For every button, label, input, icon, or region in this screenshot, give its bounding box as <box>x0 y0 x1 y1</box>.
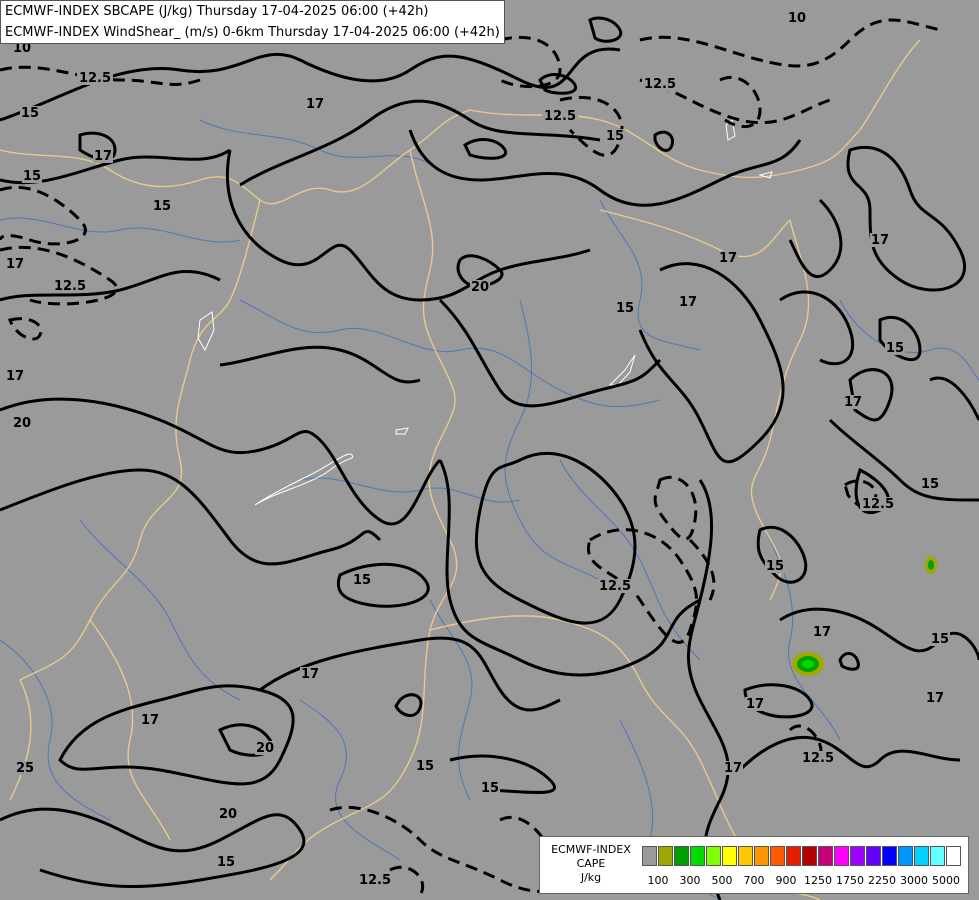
contour-label: 12.5 <box>802 751 834 766</box>
legend-tick-label: 5000 <box>932 874 960 887</box>
legend-tick-label: 3000 <box>900 874 928 887</box>
contour-label: 15 <box>416 759 434 774</box>
contour-label: 10 <box>788 11 806 26</box>
legend-swatch <box>802 846 817 866</box>
legend-title-1: ECMWF-INDEX <box>551 843 631 856</box>
contour-label: 15 <box>21 106 39 121</box>
contour-label: 17 <box>813 625 831 640</box>
contour-label: 12.5 <box>544 109 576 124</box>
legend-tick-label: 2250 <box>868 874 896 887</box>
contour-label: 12.5 <box>79 71 111 86</box>
legend-swatch <box>898 846 913 866</box>
contour-label: 17 <box>141 713 159 728</box>
contour-label: 15 <box>481 781 499 796</box>
legend-tick-label: 500 <box>711 874 733 887</box>
contour-label: 17 <box>746 697 764 712</box>
legend-swatch <box>818 846 833 866</box>
map-header: ECMWF-INDEX SBCAPE (J/kg) Thursday 17-04… <box>0 0 505 44</box>
contour-label: 17 <box>94 149 112 164</box>
legend-swatch <box>946 846 961 866</box>
legend-swatch <box>642 846 657 866</box>
contour-label: 17 <box>301 667 319 682</box>
legend-swatch <box>930 846 945 866</box>
legend-swatch <box>706 846 721 866</box>
contour-label: 17 <box>6 257 24 272</box>
contour-label: 12.5 <box>644 77 676 92</box>
contour-label: 15 <box>766 559 784 574</box>
contour-label: 25 <box>16 761 34 776</box>
contour-label: 17 <box>724 761 742 776</box>
legend-swatch <box>882 846 897 866</box>
legend-swatch <box>754 846 769 866</box>
contour-label: 15 <box>921 477 939 492</box>
header-line-2: ECMWF-INDEX WindShear_ (m/s) 0-6km Thurs… <box>5 25 500 40</box>
legend-swatch <box>722 846 737 866</box>
legend-title: ECMWF-INDEX CAPE J/kg <box>544 843 638 885</box>
contour-label: 15 <box>931 632 949 647</box>
legend-unit: J/kg <box>580 871 602 884</box>
contour-label: 17 <box>871 233 889 248</box>
contour-label: 20 <box>219 807 237 822</box>
legend-swatch <box>770 846 785 866</box>
contour-label: 15 <box>217 855 235 870</box>
header-line-1: ECMWF-INDEX SBCAPE (J/kg) Thursday 17-04… <box>5 4 429 19</box>
contour-label: 12.5 <box>599 579 631 594</box>
contour-label: 12.5 <box>359 873 391 888</box>
legend-tick-label: 700 <box>743 874 765 887</box>
contour-label: 15 <box>353 573 371 588</box>
contour-label: 15 <box>606 129 624 144</box>
contour-label: 17 <box>6 369 24 384</box>
legend-tick-label: 1250 <box>804 874 832 887</box>
legend-tick-label: 300 <box>679 874 701 887</box>
contour-label: 17 <box>926 691 944 706</box>
legend-swatch <box>786 846 801 866</box>
legend-swatch <box>690 846 705 866</box>
contour-label: 20 <box>256 741 274 756</box>
contour-label: 15 <box>153 199 171 214</box>
legend-swatch <box>834 846 849 866</box>
legend-tick-label: 900 <box>775 874 797 887</box>
contour-label: 15 <box>616 301 634 316</box>
contour-label: 15 <box>886 341 904 356</box>
contour-label: 17 <box>719 251 737 266</box>
contour-label: 12.5 <box>862 497 894 512</box>
legend-swatch <box>866 846 881 866</box>
legend-swatch <box>738 846 753 866</box>
contour-label: 15 <box>23 169 41 184</box>
legend-swatch <box>674 846 689 866</box>
cape-legend: ECMWF-INDEX CAPE J/kg 100 300 500 700 900 125… <box>539 836 969 894</box>
legend-swatch <box>850 846 865 866</box>
legend-title-2: CAPE <box>576 857 606 870</box>
legend-tick-label: 100 <box>647 874 669 887</box>
contour-label: 17 <box>844 395 862 410</box>
weather-map: 101012.512.512.512.515151517171717171720… <box>0 0 979 900</box>
contour-label: 20 <box>471 280 489 295</box>
contour-label: 17 <box>679 295 697 310</box>
contour-label: 20 <box>13 416 31 431</box>
legend-swatch <box>658 846 673 866</box>
legend-swatch <box>914 846 929 866</box>
contour-label: 12.5 <box>54 279 86 294</box>
legend-tick-label: 1750 <box>836 874 864 887</box>
contour-label: 17 <box>306 97 324 112</box>
